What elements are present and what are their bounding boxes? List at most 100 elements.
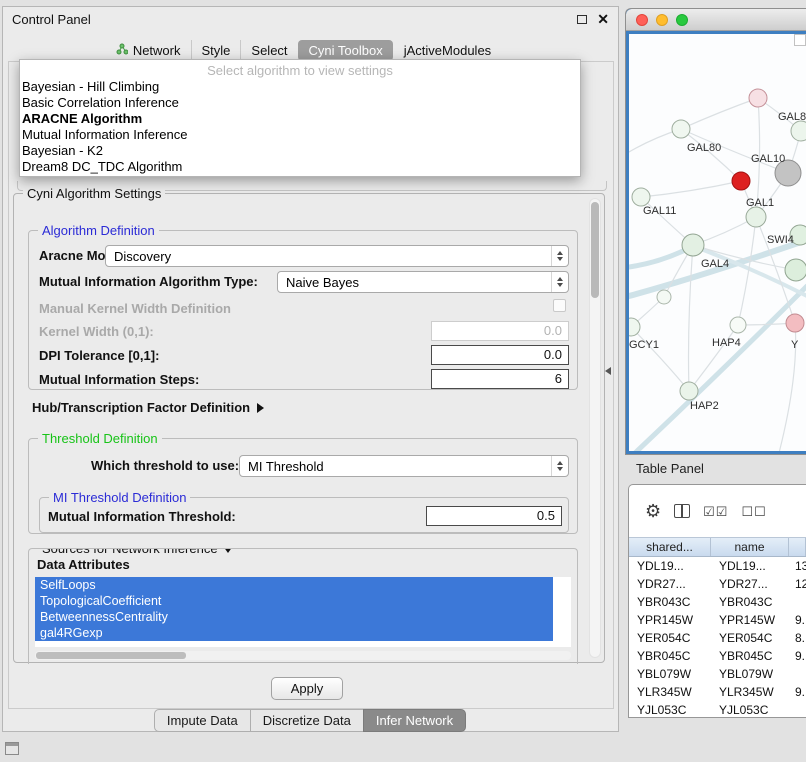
network-node[interactable]: [732, 172, 750, 190]
network-node[interactable]: [730, 317, 746, 333]
data-attributes-list[interactable]: SelfLoopsTopologicalCoefficientBetweenne…: [35, 577, 571, 647]
select-all-icon[interactable]: ☑☑: [703, 505, 728, 518]
node-label: SWI4: [767, 234, 794, 246]
table-cell: YER054C: [629, 631, 711, 645]
attributes-hscrollbar-thumb[interactable]: [36, 652, 186, 659]
zoom-button[interactable]: [676, 14, 688, 26]
node-label: GAL8: [778, 111, 806, 123]
algorithm-dropdown-list[interactable]: Select algorithm to view settings Bayesi…: [19, 59, 581, 177]
tab-discretize-data[interactable]: Discretize Data: [250, 709, 364, 732]
tab-jactivemodules[interactable]: jActiveModules: [393, 40, 501, 61]
window-title: Control Panel: [12, 12, 91, 27]
table-cell: YJL053C: [629, 703, 711, 717]
table-cell: YBR045C: [711, 649, 789, 663]
which-threshold-select[interactable]: MI Threshold: [239, 455, 569, 477]
network-node[interactable]: [682, 234, 704, 256]
algorithm-option[interactable]: Basic Correlation Inference: [20, 95, 580, 111]
hub-tf-definition-toggle[interactable]: Hub/Transcription Factor Definition: [32, 400, 264, 415]
table-row[interactable]: YDR27...YDR27...12: [629, 575, 806, 593]
docked-window-icon[interactable]: [5, 742, 19, 755]
mi-steps-label: Mutual Information Steps:: [39, 372, 199, 387]
network-node[interactable]: [749, 89, 767, 107]
node-label: GCY1: [629, 339, 659, 351]
table-row[interactable]: YDL19...YDL19...13: [629, 557, 806, 575]
network-node[interactable]: [746, 207, 766, 227]
table-panel-window: ⚙ ☑☑ ☐☐ shared... name YDL19...YDL19...1…: [628, 484, 806, 718]
which-threshold-label: Which threshold to use:: [91, 458, 239, 473]
algorithm-option[interactable]: Dream8 DC_TDC Algorithm: [20, 159, 580, 175]
table-row[interactable]: YBR045CYBR045C9.: [629, 647, 806, 665]
algorithm-definition-title: Algorithm Definition: [38, 223, 159, 238]
dpi-tolerance-label: DPI Tolerance [0,1]:: [39, 348, 159, 363]
algorithm-option[interactable]: Mutual Information Inference: [20, 127, 580, 143]
table-row[interactable]: YER054CYER054C8.: [629, 629, 806, 647]
sources-group-title[interactable]: Sources for Network Inference: [38, 548, 237, 556]
table-cell: 13: [789, 559, 806, 573]
close-panel-button[interactable]: ✕: [597, 12, 609, 26]
mi-steps-field[interactable]: 6: [431, 369, 569, 389]
tab-style[interactable]: Style: [191, 40, 241, 61]
network-node[interactable]: [632, 188, 650, 206]
algorithm-option[interactable]: Bayesian - K2: [20, 143, 580, 159]
network-node[interactable]: [657, 290, 671, 304]
float-window-button[interactable]: [577, 15, 587, 24]
minimize-button[interactable]: [656, 14, 668, 26]
table-row[interactable]: YLR345WYLR345W9.: [629, 683, 806, 701]
close-button[interactable]: [636, 14, 648, 26]
dpi-tolerance-field[interactable]: 0.0: [431, 345, 569, 365]
mi-threshold-field[interactable]: 0.5: [426, 506, 562, 526]
tab-impute-data[interactable]: Impute Data: [154, 709, 251, 732]
table-cell: YDL19...: [711, 559, 789, 573]
network-node[interactable]: [786, 314, 804, 332]
deselect-all-icon[interactable]: ☐☐: [741, 505, 766, 518]
table-row[interactable]: YPR145WYPR145W9.: [629, 611, 806, 629]
network-node[interactable]: [791, 121, 806, 141]
table-row[interactable]: YBR043CYBR043C: [629, 593, 806, 611]
network-canvas[interactable]: GAL8GAL80GAL10GAL11GAL1SWI4GAL4GCY1HAP4Y…: [629, 34, 806, 451]
column-header-clipped[interactable]: [789, 538, 806, 556]
table-settings-gear-icon[interactable]: ⚙: [645, 502, 661, 520]
tab-cyni-toolbox[interactable]: Cyni Toolbox: [298, 40, 393, 61]
network-view-window: GAL8GAL80GAL10GAL11GAL1SWI4GAL4GCY1HAP4Y…: [625, 8, 806, 455]
network-node[interactable]: [785, 259, 806, 281]
data-attribute-item[interactable]: TopologicalCoefficient: [35, 593, 553, 609]
stepper-icon: [551, 246, 568, 266]
column-header-name[interactable]: name: [711, 538, 789, 556]
collapsed-arrow-icon: [257, 403, 264, 413]
algorithm-option[interactable]: ARACNE Algorithm: [20, 111, 580, 127]
algorithm-option[interactable]: Bayesian - Hill Climbing: [20, 79, 580, 95]
column-header-shared-name[interactable]: shared...: [629, 538, 711, 556]
tab-label: Style: [202, 43, 231, 58]
algorithm-dropdown-prompt[interactable]: Select algorithm to view settings: [20, 62, 580, 79]
table-cell: YDR27...: [711, 577, 789, 591]
attributes-hscrollbar[interactable]: [35, 651, 571, 660]
table-row[interactable]: YJL053CYJL053C: [629, 701, 806, 718]
apply-button[interactable]: Apply: [271, 677, 343, 700]
table-cell: YBR043C: [629, 595, 711, 609]
aracne-mode-value: Discovery: [114, 249, 551, 264]
table-body: YDL19...YDL19...13YDR27...YDR27...12YBR0…: [629, 557, 806, 718]
tab-infer-network[interactable]: Infer Network: [363, 709, 466, 732]
settings-scrollbar-thumb[interactable]: [591, 202, 599, 298]
data-attribute-item[interactable]: gal4RGexp: [35, 625, 553, 641]
settings-scrollbar[interactable]: [589, 198, 601, 658]
table-row[interactable]: YBL079WYBL079W: [629, 665, 806, 683]
table-cell: YPR145W: [629, 613, 711, 627]
tab-network[interactable]: Network: [106, 40, 191, 61]
data-attribute-item[interactable]: BetweennessCentrality: [35, 609, 553, 625]
tab-label: Network: [133, 43, 181, 58]
tab-select[interactable]: Select: [240, 40, 297, 61]
kernel-width-field[interactable]: 0.0: [431, 321, 569, 341]
manual-kernel-checkbox[interactable]: [553, 299, 566, 312]
network-tab-icon: [116, 43, 128, 58]
network-node[interactable]: [672, 120, 690, 138]
canvas-corner-button[interactable]: [794, 34, 806, 46]
table-cell: YBL079W: [629, 667, 711, 681]
column-visibility-icon[interactable]: [674, 504, 690, 518]
mi-type-select[interactable]: Naive Bayes: [277, 271, 569, 293]
network-node[interactable]: [680, 382, 698, 400]
node-label: HAP2: [690, 400, 719, 412]
aracne-mode-select[interactable]: Discovery: [105, 245, 569, 267]
data-attribute-item[interactable]: SelfLoops: [35, 577, 553, 593]
splitter-collapse-handle[interactable]: [605, 367, 611, 375]
